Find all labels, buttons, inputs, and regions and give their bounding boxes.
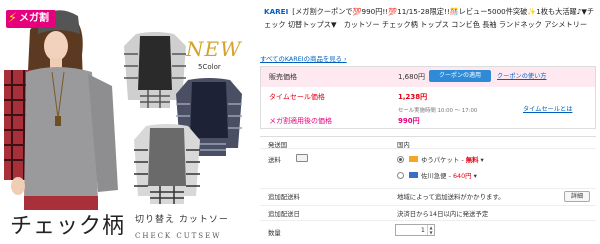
- sale-price-value: 1,680円: [398, 73, 426, 81]
- ship-date-label: 追加配送日: [268, 210, 300, 218]
- truck-icon: [296, 154, 308, 162]
- mega-price-row: メガ割適用後の価格 990円: [261, 111, 595, 131]
- product-title-text: [メガ割クーポンで💯990円!!💯11/15-28限定!!🎊レビュー5000件突…: [264, 7, 595, 29]
- apply-coupon-button[interactable]: クーポンの適用: [429, 70, 491, 82]
- lightning-icon: ⚡: [8, 11, 18, 26]
- mega-price-label: メガ割適用後の価格: [269, 117, 332, 125]
- quantity-label: 数量: [268, 229, 281, 237]
- product-info-panel: KAREI [メガ割クーポンで💯990円!!💯11/15-28限定!!🎊レビュー5…: [258, 0, 600, 244]
- product-image-subtitle: 切り替え カットソー: [135, 215, 229, 225]
- product-image[interactable]: ⚡ メガ割 NEW 5Color チェック柄 切り替え カットソー CHECK …: [0, 0, 253, 244]
- timesale-label: タイムセール価格: [269, 93, 325, 101]
- new-label: NEW: [186, 37, 242, 61]
- extra-fee-value: 地域によって追加送料がかかります。: [397, 193, 505, 201]
- timesale-row: タイムセール価格 1,238円 セール実施時間 10:00 ～ 17:00 タイ…: [261, 87, 595, 114]
- extra-fee-label: 追加配送料: [268, 193, 300, 201]
- mega-sale-badge: ⚡ メガ割: [6, 10, 56, 28]
- model-photo: [0, 0, 120, 210]
- product-title: KAREI [メガ割クーポンで💯990円!!💯11/15-28限定!!🎊レビュー5…: [264, 5, 598, 31]
- price-box: 販売価格 1,680円 クーポンの適用 クーポンの使い方 タイムセール価格 1,…: [260, 66, 596, 129]
- shipping-option-1-radio[interactable]: [397, 156, 404, 163]
- mega-sale-label: メガ割: [19, 13, 49, 24]
- shipping-option-2-price: 640円: [452, 172, 472, 180]
- quantity-stepper[interactable]: 1 ▲ ▼: [395, 224, 435, 236]
- product-image-title: チェック柄: [10, 214, 126, 239]
- shipping-option-2-radio[interactable]: [397, 172, 404, 179]
- sale-price-row: 販売価格 1,680円 クーポンの適用 クーポンの使い方: [261, 67, 595, 87]
- quantity-value: 1: [420, 226, 425, 234]
- sagawa-icon: [409, 172, 418, 178]
- color-count-label: 5Color: [198, 63, 221, 71]
- extra-fee-detail-button[interactable]: 詳細: [564, 191, 590, 202]
- ship-date-value: 決済日から14日以内に発送予定: [397, 210, 489, 218]
- extra-fee-row: 追加配送料 地域によって追加送料がかかります。 詳細: [260, 189, 596, 206]
- yu-packet-icon: [409, 156, 418, 162]
- sale-price-label: 販売価格: [269, 73, 297, 81]
- product-image-subtitle-en: CHECK CUTSEW: [135, 232, 222, 240]
- timesale-value: 1,238円: [398, 93, 428, 101]
- ship-date-row: 追加配送日 決済日から14日以内に発送予定: [260, 206, 596, 221]
- coupon-help-link[interactable]: クーポンの使い方: [497, 71, 547, 83]
- origin-label: 発送国: [268, 141, 288, 149]
- shipping-option-2: 佐川急便 - 640円 ▾: [421, 172, 477, 180]
- brand-link[interactable]: KAREI: [264, 7, 288, 16]
- origin-row: 発送国 国内: [260, 137, 596, 149]
- shipping-fee-row: 送料 ゆうパケット - 無料 ▾ 佐川急便 - 640円 ▾: [260, 149, 596, 189]
- shipping-option-1: ゆうパケット - 無料 ▾: [421, 156, 484, 164]
- shipping-option-1-price: 無料: [465, 156, 479, 164]
- origin-value: 国内: [397, 141, 410, 149]
- shipping-option-1-name: ゆうパケット: [421, 156, 460, 164]
- quantity-spin-icon[interactable]: ▲ ▼: [427, 225, 434, 235]
- mega-price-value: 990円: [398, 117, 420, 125]
- shirt-variant-charcoal-plaid: [134, 124, 200, 204]
- shipping-option-2-name: 佐川急便: [421, 172, 447, 180]
- all-brand-products-link[interactable]: すべてのKAREIの商品を見る ›: [260, 54, 347, 63]
- shipping-fee-label: 送料: [268, 156, 281, 164]
